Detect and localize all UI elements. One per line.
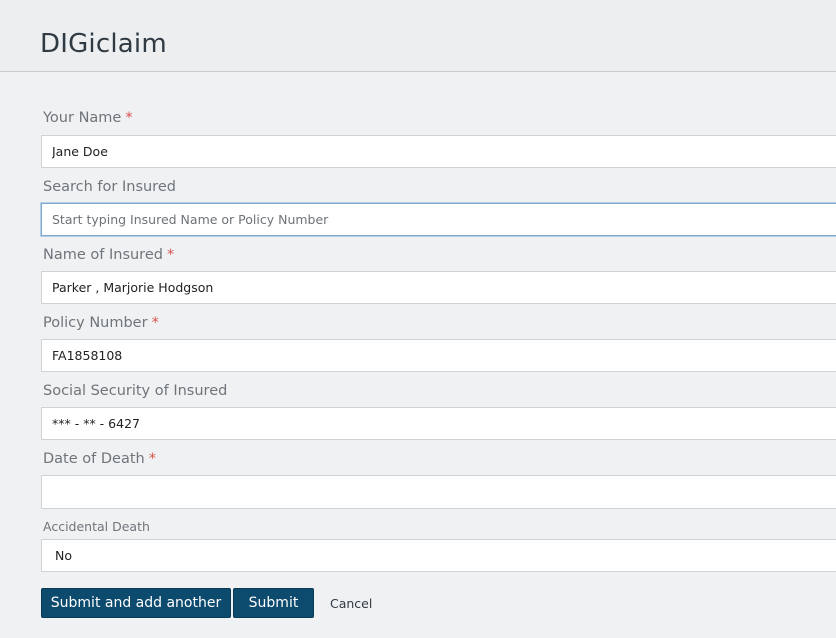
your-name-label-text: Your Name <box>43 110 122 126</box>
policy-number-label: Policy Number * <box>43 315 159 331</box>
app-header: DIGiclaim <box>0 0 836 72</box>
cancel-link[interactable]: Cancel <box>330 596 372 611</box>
required-marker: * <box>125 110 133 126</box>
required-marker: * <box>166 247 175 263</box>
required-marker: * <box>148 451 156 467</box>
your-name-label: Your Name * <box>43 110 133 126</box>
required-marker: * <box>151 315 159 331</box>
search-insured-label: Search for Insured <box>43 179 176 195</box>
search-insured-input[interactable] <box>41 203 836 236</box>
name-of-insured-label: Name of Insured * <box>43 247 174 263</box>
claim-form: Your Name* Search for Insured Name of In… <box>0 72 836 638</box>
ssn-input[interactable] <box>41 407 836 440</box>
ssn-label: Social Security of Insured <box>43 383 228 399</box>
accidental-death-field[interactable] <box>41 539 836 572</box>
name-of-insured-label-text: Name of Insured <box>43 247 163 263</box>
submit-button[interactable]: Submit <box>233 588 314 618</box>
name-of-insured-input[interactable] <box>41 271 836 304</box>
accidental-death-label: Accidental Death <box>43 519 150 534</box>
date-of-death-label: Date of Death * <box>43 451 156 467</box>
policy-number-input[interactable] <box>41 339 836 372</box>
date-of-death-label-text: Date of Death <box>43 451 145 467</box>
submit-and-add-another-button[interactable]: Submit and add another <box>41 588 231 618</box>
policy-number-label-text: Policy Number <box>43 315 148 331</box>
date-of-death-input[interactable] <box>41 475 836 509</box>
app-title: DIGiclaim <box>40 29 167 59</box>
your-name-input[interactable] <box>41 135 836 168</box>
